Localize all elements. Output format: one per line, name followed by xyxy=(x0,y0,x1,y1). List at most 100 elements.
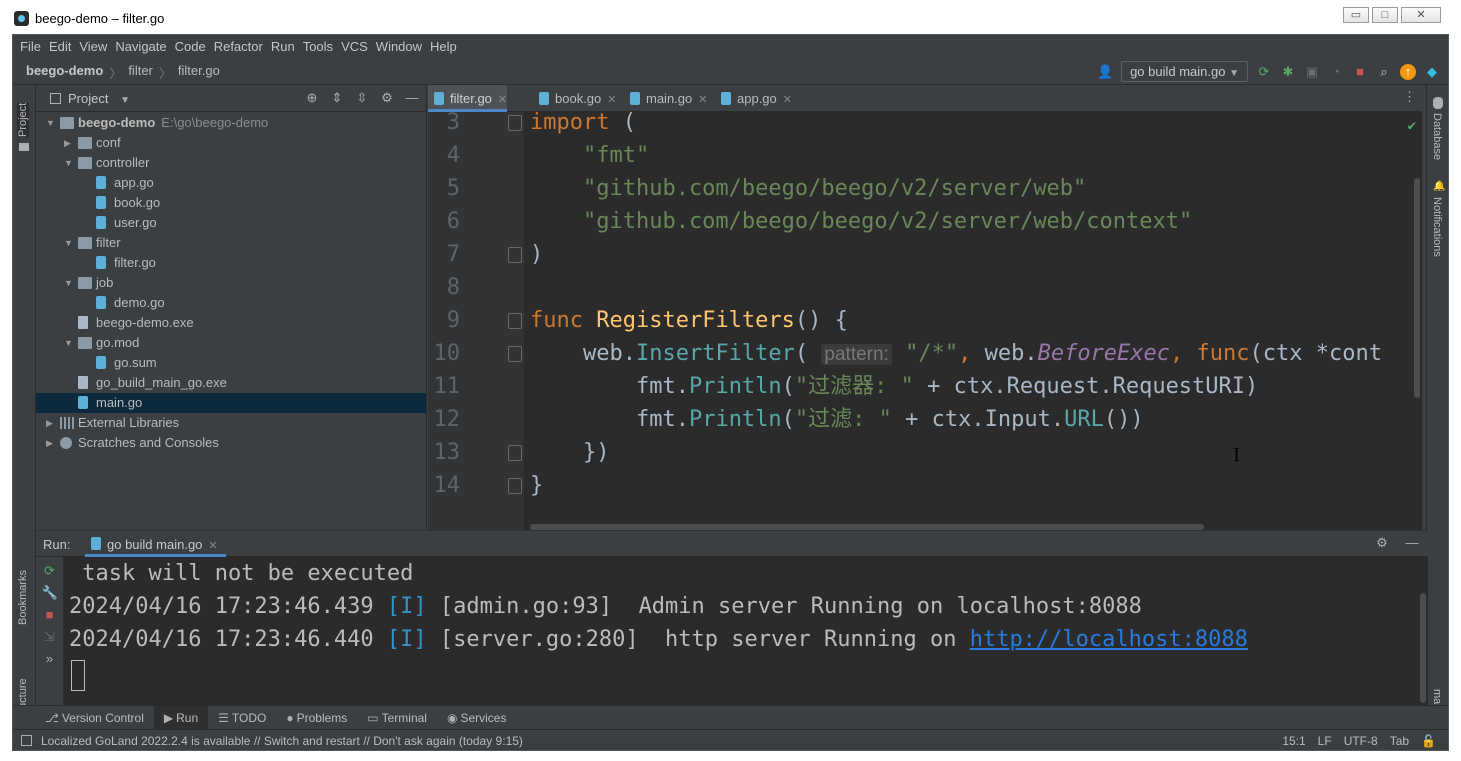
menu-item-help[interactable]: Help xyxy=(430,35,462,57)
menu-item-window[interactable]: Window xyxy=(376,35,427,57)
close-window-button[interactable]: ✕ xyxy=(1401,7,1441,23)
menu-item-edit[interactable]: Edit xyxy=(49,35,76,57)
chevron-down-icon[interactable]: ▼ xyxy=(64,333,74,353)
more-options-icon[interactable]: ⋮ xyxy=(1403,89,1416,105)
chevron-down-icon[interactable]: ▼ xyxy=(64,273,74,293)
chevron-down-icon[interactable]: ▼ xyxy=(64,153,74,173)
fold-marker-icon[interactable] xyxy=(508,478,522,494)
lock-icon[interactable]: 🔓 xyxy=(1421,734,1436,748)
rerun-icon[interactable]: ⟳ xyxy=(42,563,58,579)
bottom-tab-services[interactable]: ◉ Services xyxy=(437,706,517,729)
project-panel-title[interactable]: Project ▼ xyxy=(68,91,130,106)
stop-icon[interactable]: ■ xyxy=(42,607,58,623)
update-icon[interactable]: ↑ xyxy=(1400,63,1416,80)
fold-marker-icon[interactable] xyxy=(508,313,522,329)
tree-file-item[interactable]: book.go xyxy=(36,193,426,213)
status-message[interactable]: Localized GoLand 2022.2.4 is available /… xyxy=(41,734,523,748)
goland-icon[interactable]: ◆ xyxy=(1424,64,1440,80)
vertical-scrollbar[interactable] xyxy=(1414,178,1420,398)
menu-item-refactor[interactable]: Refactor xyxy=(214,35,268,57)
fold-marker-icon[interactable] xyxy=(508,247,522,263)
close-icon[interactable]: ✕ xyxy=(698,94,707,106)
tree-file-item[interactable]: main.go xyxy=(36,393,426,413)
menu-item-vcs[interactable]: VCS xyxy=(341,35,373,57)
chevron-right-icon[interactable]: ▶ xyxy=(46,413,56,433)
fold-marker-icon[interactable] xyxy=(508,445,522,461)
search-icon[interactable]: ⌕ xyxy=(1376,64,1392,80)
database-tool-window-button[interactable]: Database xyxy=(1431,113,1443,160)
project-tool-window-button[interactable]: Project xyxy=(17,102,29,137)
hide-icon[interactable]: — xyxy=(1404,535,1420,551)
tree-file-item[interactable]: filter.go xyxy=(36,253,426,273)
stop-icon[interactable]: ■ xyxy=(1352,64,1368,80)
fold-marker-icon[interactable] xyxy=(508,115,522,131)
menu-item-view[interactable]: View xyxy=(79,35,112,57)
gear-icon[interactable]: ⚙ xyxy=(1374,535,1390,551)
hide-icon[interactable]: — xyxy=(404,90,420,106)
bottom-tab-run[interactable]: ▶ Run xyxy=(153,706,209,729)
code-area[interactable]: ✔ 3 import (4 "fmt" 5 "github.com/beego/be… xyxy=(428,110,1422,530)
tree-folder-item[interactable]: ▼ controller xyxy=(36,153,426,173)
breadcrumb-project[interactable]: beego-demo xyxy=(26,63,103,82)
tree-folder-item[interactable]: ▼ go.mod xyxy=(36,333,426,353)
menu-item-code[interactable]: Code xyxy=(175,35,211,57)
close-icon[interactable]: ✕ xyxy=(208,540,217,552)
menu-item-run[interactable]: Run xyxy=(271,35,300,57)
tree-folder-item[interactable]: ▼ job xyxy=(36,273,426,293)
close-icon[interactable]: ✕ xyxy=(783,94,792,106)
tree-folder-item[interactable]: ▶ External Libraries xyxy=(36,413,426,433)
bookmarks-tool-window-button[interactable]: Bookmarks xyxy=(17,570,29,625)
tree-folder-item[interactable]: ▼ beego-demo E:\go\beego-demo xyxy=(36,113,426,133)
locate-icon[interactable]: ⊕ xyxy=(304,90,320,106)
file-encoding[interactable]: UTF-8 xyxy=(1344,734,1378,748)
gear-icon[interactable]: ⚙ xyxy=(379,90,395,106)
breadcrumb-file[interactable]: filter.go xyxy=(178,63,220,82)
console-input-cursor[interactable] xyxy=(71,660,85,691)
caret-position[interactable]: 15:1 xyxy=(1282,734,1305,748)
bottom-tab-problems[interactable]: ● Problems xyxy=(276,706,357,729)
bottom-tab-version-control[interactable]: ⎇ Version Control xyxy=(35,706,154,729)
menu-item-tools[interactable]: Tools xyxy=(303,35,338,57)
tree-folder-item[interactable]: ▼ filter xyxy=(36,233,426,253)
close-icon[interactable]: ✕ xyxy=(607,94,616,106)
console-output[interactable]: task will not be executed 2024/04/16 17:2… xyxy=(69,557,1428,706)
console-scrollbar[interactable] xyxy=(1420,593,1426,703)
layout-icon[interactable]: ⇲ xyxy=(42,629,58,645)
tree-file-item[interactable]: demo.go xyxy=(36,293,426,313)
tree-folder-item[interactable]: ▶ Scratches and Consoles xyxy=(36,433,426,453)
tree-file-item[interactable]: beego-demo.exe xyxy=(36,313,426,333)
menu-item-file[interactable]: File xyxy=(20,35,46,57)
debug-icon[interactable]: ✱ xyxy=(1280,64,1296,80)
tree-file-item[interactable]: go_build_main_go.exe xyxy=(36,373,426,393)
chevron-right-icon[interactable]: ▶ xyxy=(46,433,56,453)
coverage-icon[interactable]: ▣ xyxy=(1304,64,1320,80)
menu-item-navigate[interactable]: Navigate xyxy=(115,35,171,57)
notifications-tool-window-button[interactable]: Notifications xyxy=(1431,197,1443,257)
breadcrumb-folder[interactable]: filter xyxy=(128,63,153,82)
console-link[interactable]: http://localhost:8088 xyxy=(970,627,1248,652)
tree-file-item[interactable]: go.sum xyxy=(36,353,426,373)
bottom-tab-terminal[interactable]: ▭ Terminal xyxy=(357,706,437,729)
tree-folder-item[interactable]: ▶ conf xyxy=(36,133,426,153)
bottom-tab-todo[interactable]: ☰ TODO xyxy=(208,706,276,729)
chevron-down-icon[interactable]: ▼ xyxy=(46,113,56,133)
minimize-button[interactable]: ▭ xyxy=(1343,7,1369,23)
close-icon[interactable]: ✕ xyxy=(498,94,507,106)
run-tab[interactable]: go build main.go ✕ xyxy=(85,531,226,557)
expand-all-icon[interactable]: ⇕ xyxy=(329,90,345,106)
maximize-button[interactable]: □ xyxy=(1372,7,1398,23)
wrench-icon[interactable]: 🔧 xyxy=(42,585,58,601)
user-icon[interactable]: 👤 xyxy=(1097,64,1113,80)
chevron-right-icon[interactable]: ▶ xyxy=(64,133,74,153)
chevron-down-icon[interactable]: ▼ xyxy=(64,233,74,253)
profile-icon[interactable]: ◔ xyxy=(1328,64,1344,80)
tree-file-item[interactable]: app.go xyxy=(36,173,426,193)
fold-marker-icon[interactable] xyxy=(508,346,522,362)
more-icon[interactable]: » xyxy=(42,651,58,667)
line-separator[interactable]: LF xyxy=(1318,734,1332,748)
rerun-icon[interactable]: ⟳ xyxy=(1256,64,1272,80)
indent-setting[interactable]: Tab xyxy=(1390,734,1409,748)
run-configuration-dropdown[interactable]: go build main.go ▼ xyxy=(1121,61,1248,82)
collapse-all-icon[interactable]: ⇳ xyxy=(354,90,370,106)
tree-file-item[interactable]: user.go xyxy=(36,213,426,233)
